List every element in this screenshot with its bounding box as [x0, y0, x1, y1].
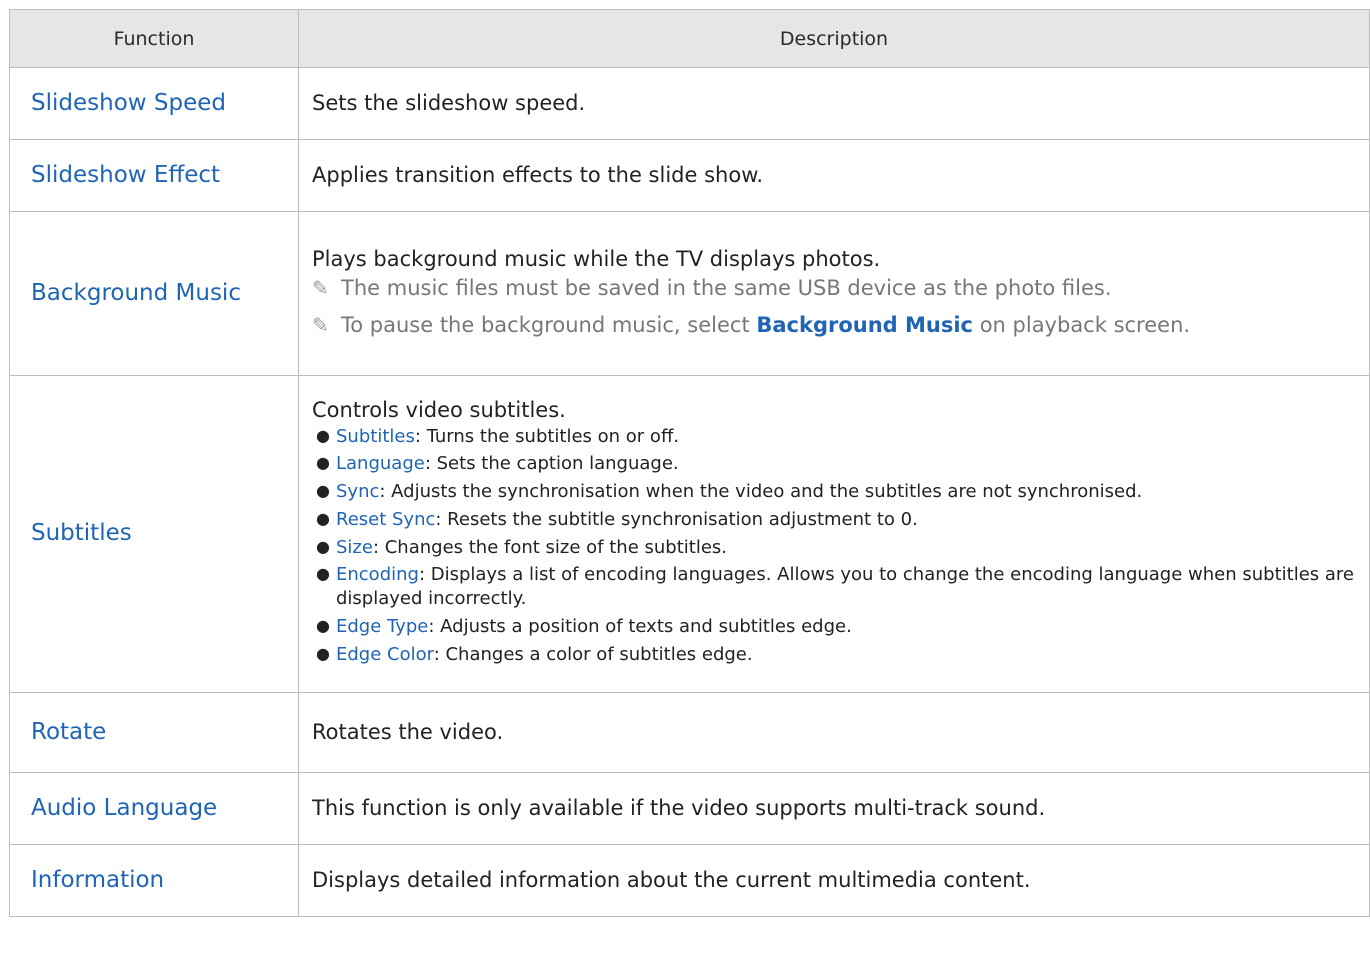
option-text: : Turns the subtitles on or off. [414, 425, 680, 447]
bullet-icon: ● [316, 453, 330, 473]
list-item: ● Edge Color: Changes a color of subtitle… [312, 643, 1369, 667]
option-text: : Changes the font size of the subtitles… [372, 536, 728, 558]
function-description: Displays detailed information about the … [298, 844, 1370, 917]
function-description: Plays background music while the TV disp… [312, 247, 881, 272]
option-text: : Displays a list of encoding languages.… [336, 564, 1354, 610]
pencil-icon: ✎ [312, 275, 329, 300]
table-header-row: Function Description [9, 9, 1370, 68]
function-name: Slideshow Speed [9, 67, 299, 140]
bullet-icon: ● [316, 508, 330, 528]
pencil-icon: ✎ [312, 313, 329, 338]
function-description-cell: Plays background music while the TV disp… [298, 211, 1370, 376]
list-item: ● Reset Sync: Resets the subtitle synchro… [312, 508, 1369, 532]
function-description: This function is only available if the v… [298, 772, 1370, 845]
option-text: : Sets the caption language. [424, 453, 679, 475]
bullet-icon: ● [316, 643, 330, 663]
bullet-icon: ● [316, 615, 330, 635]
function-name: Subtitles [9, 375, 299, 693]
note: ✎ The music files must be saved in the sa… [312, 274, 1369, 303]
list-item: ● Sync: Adjusts the synchronisation when … [312, 480, 1369, 504]
note-text: The music files must be saved in the sam… [341, 275, 1112, 300]
list-item: ● Edge Type: Adjusts a position of texts … [312, 615, 1369, 639]
option-text: : Adjusts a position of texts and subtit… [428, 615, 852, 637]
table-row: Slideshow Effect Applies transition effe… [9, 139, 1370, 212]
bullet-icon: ● [316, 564, 330, 584]
option-key: Reset Sync [336, 508, 436, 530]
bullet-icon: ● [316, 536, 330, 556]
option-key: Size [336, 536, 373, 558]
note-text: To pause the background music, select [341, 313, 757, 338]
column-header-description: Description [298, 9, 1370, 68]
function-description: Controls video subtitles. [312, 397, 566, 422]
option-key: Sync [336, 481, 380, 503]
note: ✎ To pause the background music, select B… [312, 311, 1369, 340]
note-highlight: Background Music [756, 313, 974, 338]
column-header-function: Function [9, 9, 299, 68]
function-description-cell: Controls video subtitles. ● Subtitles: Tu… [298, 375, 1370, 693]
option-key: Encoding [336, 564, 419, 586]
table-row: Background Music Plays background music … [9, 211, 1370, 376]
table-row: Subtitles Controls video subtitles. ● Sub… [9, 375, 1370, 693]
table-row: Information Displays detailed informatio… [9, 844, 1370, 917]
subtitle-options-list: ● Subtitles: Turns the subtitles on or of… [312, 425, 1369, 667]
function-description: Rotates the video. [298, 692, 1370, 773]
table-row: Audio Language This function is only ava… [9, 772, 1370, 845]
option-key: Edge Type [336, 615, 429, 637]
option-text: : Resets the subtitle synchronisation ad… [435, 508, 918, 530]
bullet-icon: ● [316, 425, 330, 445]
option-key: Language [336, 453, 425, 475]
list-item: ● Subtitles: Turns the subtitles on or of… [312, 425, 1369, 449]
option-text: : Changes a color of subtitles edge. [433, 643, 753, 665]
function-description: Applies transition effects to the slide … [298, 139, 1370, 212]
option-text: : Adjusts the synchronisation when the v… [379, 481, 1143, 503]
list-item: ● Language: Sets the caption language. [312, 452, 1369, 476]
function-name: Slideshow Effect [9, 139, 299, 212]
function-name: Audio Language [9, 772, 299, 845]
list-item: ● Size: Changes the font size of the subt… [312, 536, 1369, 560]
table-row: Rotate Rotates the video. [9, 692, 1370, 773]
option-key: Edge Color [336, 643, 434, 665]
function-name: Rotate [9, 692, 299, 773]
table-row: Slideshow Speed Sets the slideshow speed… [9, 67, 1370, 140]
note-text: on playback screen. [973, 313, 1191, 338]
function-description: Sets the slideshow speed. [298, 67, 1370, 140]
option-key: Subtitles [336, 425, 415, 447]
bullet-icon: ● [316, 481, 330, 501]
list-item: ● Encoding: Displays a list of encoding l… [312, 563, 1369, 611]
function-name: Background Music [9, 211, 299, 376]
function-table: Function Description Slideshow Speed Set… [9, 9, 1370, 917]
function-name: Information [9, 844, 299, 917]
